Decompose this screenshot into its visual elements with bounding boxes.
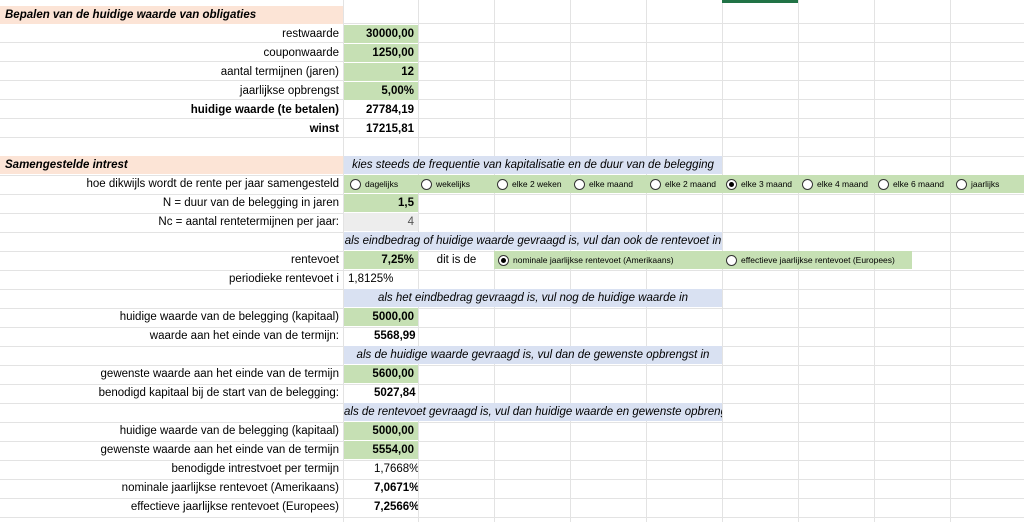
radio-unselected-icon (497, 178, 508, 190)
label-rentevoet: rentevoet (291, 254, 339, 266)
radio-unselected-icon (350, 178, 361, 190)
instruction-banner: als eindbedrag of huidige waarde gevraag… (344, 232, 722, 250)
radio-freq-1[interactable]: wekelijks (421, 175, 470, 193)
label-aantal-termijnen: aantal termijnen (jaren) (220, 66, 339, 78)
radio-label: elke maand (589, 179, 633, 189)
label-dit-is-de: dit is de (436, 254, 477, 266)
radio-label: effectieve jaarlijkse rentevoet (Europee… (741, 255, 895, 265)
input-aantal-termijnen[interactable]: 12 (344, 63, 418, 81)
radio-unselected-icon (650, 178, 661, 190)
label-frequentie: hoe dikwijls wordt de rente per jaar sam… (86, 178, 340, 190)
radio-freq-7[interactable]: elke 6 maand (878, 175, 944, 193)
input-restwaarde[interactable]: 30000,00 (344, 25, 418, 43)
label-huidige-waarde-kapitaal: huidige waarde van de belegging (kapitaa… (119, 311, 339, 323)
radio-unselected-icon (726, 254, 737, 266)
value-nc[interactable]: 4 (344, 213, 418, 231)
instruction-banner: als de rentevoet gevraagd is, vul dan hu… (344, 403, 722, 421)
radio-label: elke 4 maand (817, 179, 869, 189)
radio-freq-8[interactable]: jaarlijks (956, 175, 999, 193)
label-intrestvoet: benodigde intrestvoet per termijn (171, 463, 340, 475)
section-title-obligaties: Bepalen van de huidige waarde van obliga… (0, 6, 343, 24)
value-benodigd-kapitaal[interactable]: 5027,84 (344, 384, 418, 402)
label-effectieve-rentevoet: effectieve jaarlijkse rentevoet (Europee… (130, 501, 339, 513)
radio-label: elke 2 weken (512, 179, 562, 189)
radio-freq-5[interactable]: elke 3 maand (726, 175, 792, 193)
section-title-samengestelde-intrest: Samengestelde intrest (0, 156, 343, 174)
value-effectieve-rentevoet[interactable]: 7,2566% (344, 498, 418, 516)
input-couponwaarde[interactable]: 1250,00 (344, 44, 418, 62)
label-couponwaarde: couponwaarde (263, 47, 339, 59)
label-gewenste-waarde: gewenste waarde aan het einde van de ter… (100, 368, 339, 380)
instruction-banner: kies steeds de frequentie van kapitalisa… (344, 156, 722, 174)
input-gewenste-waarde-2[interactable]: 5554,00 (344, 441, 418, 459)
label-nominale-rentevoet: nominale jaarlijkse rentevoet (Amerikaan… (121, 482, 339, 494)
radio-nominale-rentevoet[interactable]: nominale jaarlijkse rentevoet (Amerikaan… (498, 251, 674, 269)
radio-effectieve-rentevoet[interactable]: effectieve jaarlijkse rentevoet (Europee… (726, 251, 895, 269)
radio-label: elke 6 maand (893, 179, 945, 189)
radio-unselected-icon (956, 178, 967, 190)
radio-label: elke 3 maand (741, 179, 793, 189)
label-restwaarde: restwaarde (282, 28, 339, 40)
instruction-banner: als de huidige waarde gevraagd is, vul d… (344, 346, 722, 364)
label-duur: N = duur van de belegging in jaren (162, 197, 339, 209)
radio-label: nominale jaarlijkse rentevoet (Amerikaan… (513, 255, 674, 265)
value-nominale-rentevoet[interactable]: 7,0671% (344, 479, 418, 497)
column-divider (950, 0, 951, 522)
radio-label: wekelijks (436, 179, 471, 189)
label-gewenste-waarde-2: gewenste waarde aan het einde van de ter… (100, 444, 339, 456)
radio-unselected-icon (878, 178, 889, 190)
label-winst: winst (309, 123, 339, 135)
radio-freq-0[interactable]: dagelijks (350, 175, 398, 193)
input-jaarlijkse-opbrengst[interactable]: 5,00% (344, 82, 418, 100)
radio-freq-4[interactable]: elke 2 maand (650, 175, 716, 193)
radio-freq-3[interactable]: elke maand (574, 175, 633, 193)
radio-selected-icon (726, 178, 737, 190)
label-huidige-waarde: huidige waarde (te betalen) (190, 104, 339, 116)
radio-selected-icon (498, 254, 509, 266)
input-huidige-waarde-kapitaal-2[interactable]: 5000,00 (344, 422, 418, 440)
input-duur[interactable]: 1,5 (344, 194, 418, 212)
value-periodieke-rentevoet[interactable]: 1,8125% (344, 270, 418, 288)
input-rentevoet[interactable]: 7,25% (344, 251, 418, 269)
value-winst[interactable]: 17215,81 (344, 120, 418, 138)
input-huidige-waarde-kapitaal[interactable]: 5000,00 (344, 308, 418, 326)
radio-label: elke 2 maand (665, 179, 717, 189)
radio-unselected-icon (802, 178, 813, 190)
radio-label: jaarlijks (971, 179, 1000, 189)
label-benodigd-kapitaal: benodigd kapitaal bij de start van de be… (98, 387, 339, 399)
label-jaarlijkse-opbrengst: jaarlijkse opbrengst (239, 85, 339, 97)
label-waarde-einde: waarde aan het einde van de termijn: (149, 330, 339, 342)
radio-freq-2[interactable]: elke 2 weken (497, 175, 562, 193)
label-nc: Nc = aantal rentetermijnen per jaar: (158, 216, 339, 228)
radio-label: dagelijks (365, 179, 399, 189)
value-huidige-waarde[interactable]: 27784,19 (344, 101, 418, 119)
input-gewenste-waarde[interactable]: 5600,00 (344, 365, 418, 383)
value-intrestvoet[interactable]: 1,7668% (344, 460, 418, 478)
radio-unselected-icon (574, 178, 585, 190)
label-huidige-waarde-kapitaal-2: huidige waarde van de belegging (kapitaa… (119, 425, 339, 437)
radio-unselected-icon (421, 178, 432, 190)
instruction-banner: als het eindbedrag gevraagd is, vul nog … (344, 289, 722, 307)
radio-freq-6[interactable]: elke 4 maand (802, 175, 868, 193)
selected-column-indicator (722, 0, 798, 3)
label-periodieke-rentevoet: periodieke rentevoet i (229, 273, 339, 285)
value-waarde-einde[interactable]: 5568,99 (344, 327, 418, 345)
